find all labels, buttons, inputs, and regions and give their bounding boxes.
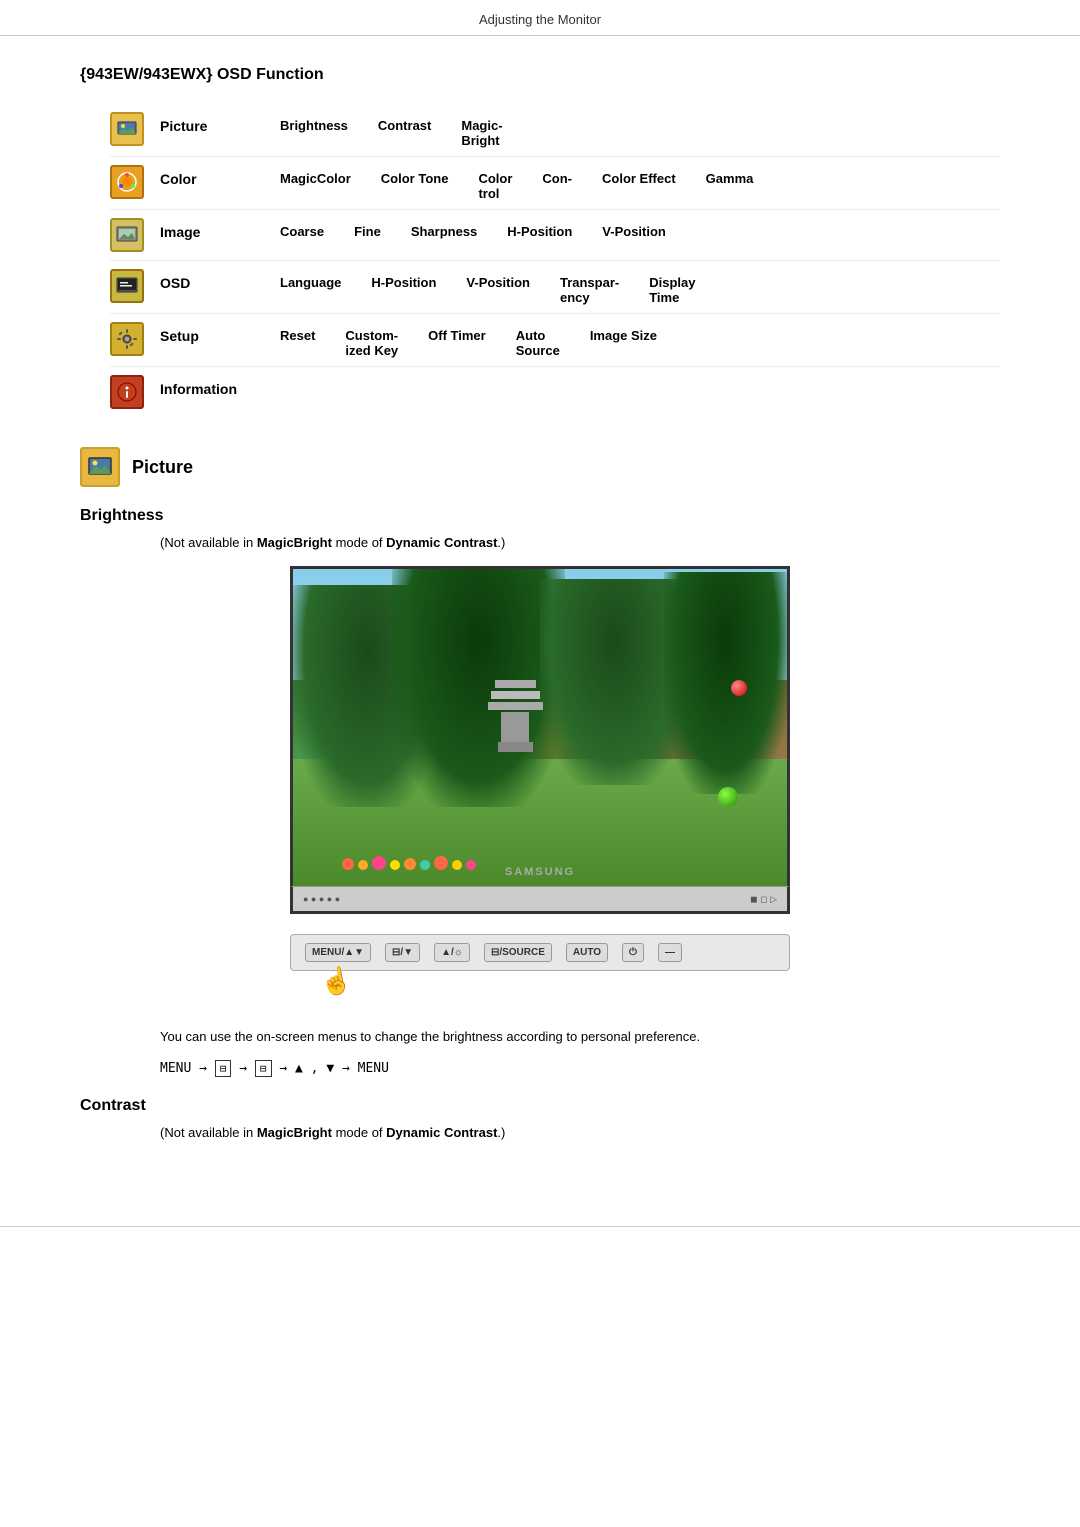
ctrl-btn1[interactable]: ⊟/▼ xyxy=(385,943,420,962)
contrast-note-prefix: (Not available in xyxy=(160,1125,257,1140)
monitor-screen: SAMSUNG xyxy=(290,566,790,886)
osd-item: Magic-Bright xyxy=(461,118,502,148)
monitor-brand: SAMSUNG xyxy=(505,866,575,878)
box-arrow-2: ⊟ xyxy=(255,1060,272,1077)
osd-items-picture: Brightness Contrast Magic-Bright xyxy=(280,112,1000,148)
brightness-menu-path: MENU → ⊟ → ⊟ → ▲ , ▼ → MENU xyxy=(160,1060,920,1077)
monitor-controls-right: ◼ ◻ ▷ xyxy=(750,894,777,905)
box-arrow-1: ⊟ xyxy=(215,1060,232,1077)
finger-icon: ☝ xyxy=(318,963,355,999)
contrast-note: (Not available in MagicBright mode of Dy… xyxy=(160,1125,920,1140)
osd-item: Fine xyxy=(354,224,381,239)
osd-item: Colortrol xyxy=(478,171,512,201)
osd-row-setup: Setup Reset Custom-ized Key Off Timer Au… xyxy=(110,314,1000,367)
osd-item: V-Position xyxy=(466,275,530,305)
page-content: {943EW/943EWX} OSD Function Picture Brig… xyxy=(0,36,1080,1186)
contrast-magicbright: MagicBright xyxy=(257,1125,332,1140)
osd-icon-picture xyxy=(110,112,160,146)
ctrl-power[interactable]: ⏻ xyxy=(622,943,644,962)
osd-icon-setup xyxy=(110,322,160,356)
osd-item: Con- xyxy=(542,171,572,201)
osd-items-information xyxy=(280,375,1000,381)
page-footer xyxy=(0,1226,1080,1237)
osd-item: Color Effect xyxy=(602,171,676,201)
contrast-note-suffix: .) xyxy=(497,1125,505,1140)
osd-item: Language xyxy=(280,275,341,305)
osd-icon-information xyxy=(110,375,160,409)
pagoda xyxy=(481,680,550,791)
ctrl-menu[interactable]: MENU/▲▼ xyxy=(305,943,371,962)
note-magicbright: MagicBright xyxy=(257,535,332,550)
brightness-note: (Not available in MagicBright mode of Dy… xyxy=(160,535,920,550)
osd-items-osd: Language H-Position V-Position Transpar-… xyxy=(280,269,1000,305)
note-dynamic-contrast: Dynamic Contrast xyxy=(386,535,497,550)
osd-section-title: {943EW/943EWX} OSD Function xyxy=(80,66,1000,84)
osd-item: Off Timer xyxy=(428,328,486,358)
osd-items-image: Coarse Fine Sharpness H-Position V-Posit… xyxy=(280,218,1000,239)
osd-row-information: Information xyxy=(110,367,1000,417)
osd-icon-color xyxy=(110,165,160,199)
osd-item: H-Position xyxy=(507,224,572,239)
osd-item: V-Position xyxy=(602,224,666,239)
monitor-scene xyxy=(293,569,787,886)
osd-icon-image xyxy=(110,218,160,252)
osd-row-color: Color MagicColor Color Tone Colortrol Co… xyxy=(110,157,1000,210)
osd-item: Reset xyxy=(280,328,315,358)
page-header: Adjusting the Monitor xyxy=(0,0,1080,36)
osd-name-picture: Picture xyxy=(160,112,280,134)
osd-name-color: Color xyxy=(160,165,280,187)
control-panel-container: MENU/▲▼ ⊟/▼ ▲/☼ ⊟/SOURCE AUTO ⏻ — ☝ xyxy=(290,934,790,997)
ctrl-auto[interactable]: AUTO xyxy=(566,943,608,962)
osd-name-image: Image xyxy=(160,218,280,240)
osd-name-setup: Setup xyxy=(160,322,280,344)
osd-item: DisplayTime xyxy=(649,275,695,305)
osd-icon-osd xyxy=(110,269,160,303)
osd-row-osd: OSD Language H-Position V-Position Trans… xyxy=(110,261,1000,314)
osd-item: Coarse xyxy=(280,224,324,239)
osd-item: MagicColor xyxy=(280,171,351,201)
contrast-title: Contrast xyxy=(80,1097,1000,1115)
osd-row-picture: Picture Brightness Contrast Magic-Bright xyxy=(110,104,1000,157)
picture-section-icon xyxy=(80,447,120,487)
monitor-controls-left: ● ● ● ● ● xyxy=(303,894,340,904)
ball xyxy=(718,787,738,807)
note-mid: mode of xyxy=(332,535,386,550)
osd-item: AutoSource xyxy=(516,328,560,358)
note-suffix: .) xyxy=(497,535,505,550)
ctrl-minus[interactable]: — xyxy=(658,943,682,962)
osd-table: Picture Brightness Contrast Magic-Bright xyxy=(110,104,1000,417)
monitor-image-container: SAMSUNG ● ● ● ● ● ◼ ◻ ▷ xyxy=(290,566,790,914)
osd-row-image: Image Coarse Fine Sharpness H-Position V… xyxy=(110,210,1000,261)
flowers xyxy=(342,807,737,870)
picture-title: Picture xyxy=(132,457,193,478)
menu-path-text: MENU → ⊟ → ⊟ → ▲ , ▼ → MENU xyxy=(160,1061,389,1076)
cursor-indicator: ☝ xyxy=(310,966,790,997)
contrast-note-mid: mode of xyxy=(332,1125,386,1140)
osd-name-information: Information xyxy=(160,375,280,397)
osd-items-color: MagicColor Color Tone Colortrol Con- Col… xyxy=(280,165,1000,201)
osd-name-osd: OSD xyxy=(160,269,280,291)
osd-item: H-Position xyxy=(371,275,436,305)
osd-item: Transpar-ency xyxy=(560,275,619,305)
ctrl-btn2[interactable]: ▲/☼ xyxy=(434,943,470,962)
contrast-dynamic-contrast: Dynamic Contrast xyxy=(386,1125,497,1140)
osd-item: Custom-ized Key xyxy=(345,328,398,358)
ctrl-btn3[interactable]: ⊟/SOURCE xyxy=(484,943,552,962)
osd-item: Sharpness xyxy=(411,224,477,239)
picture-section-header: Picture xyxy=(80,447,1000,487)
osd-items-setup: Reset Custom-ized Key Off Timer AutoSour… xyxy=(280,322,1000,358)
note-prefix: (Not available in xyxy=(160,535,257,550)
osd-item: Gamma xyxy=(706,171,754,201)
tree4 xyxy=(664,572,788,794)
osd-item: Image Size xyxy=(590,328,657,358)
brightness-description: You can use the on-screen menus to chang… xyxy=(160,1027,920,1048)
osd-item: Color Tone xyxy=(381,171,449,201)
osd-item: Brightness xyxy=(280,118,348,148)
header-title: Adjusting the Monitor xyxy=(479,12,601,27)
brightness-title: Brightness xyxy=(80,507,1000,525)
monitor-base-bar: ● ● ● ● ● ◼ ◻ ▷ xyxy=(290,886,790,914)
osd-item: Contrast xyxy=(378,118,431,148)
